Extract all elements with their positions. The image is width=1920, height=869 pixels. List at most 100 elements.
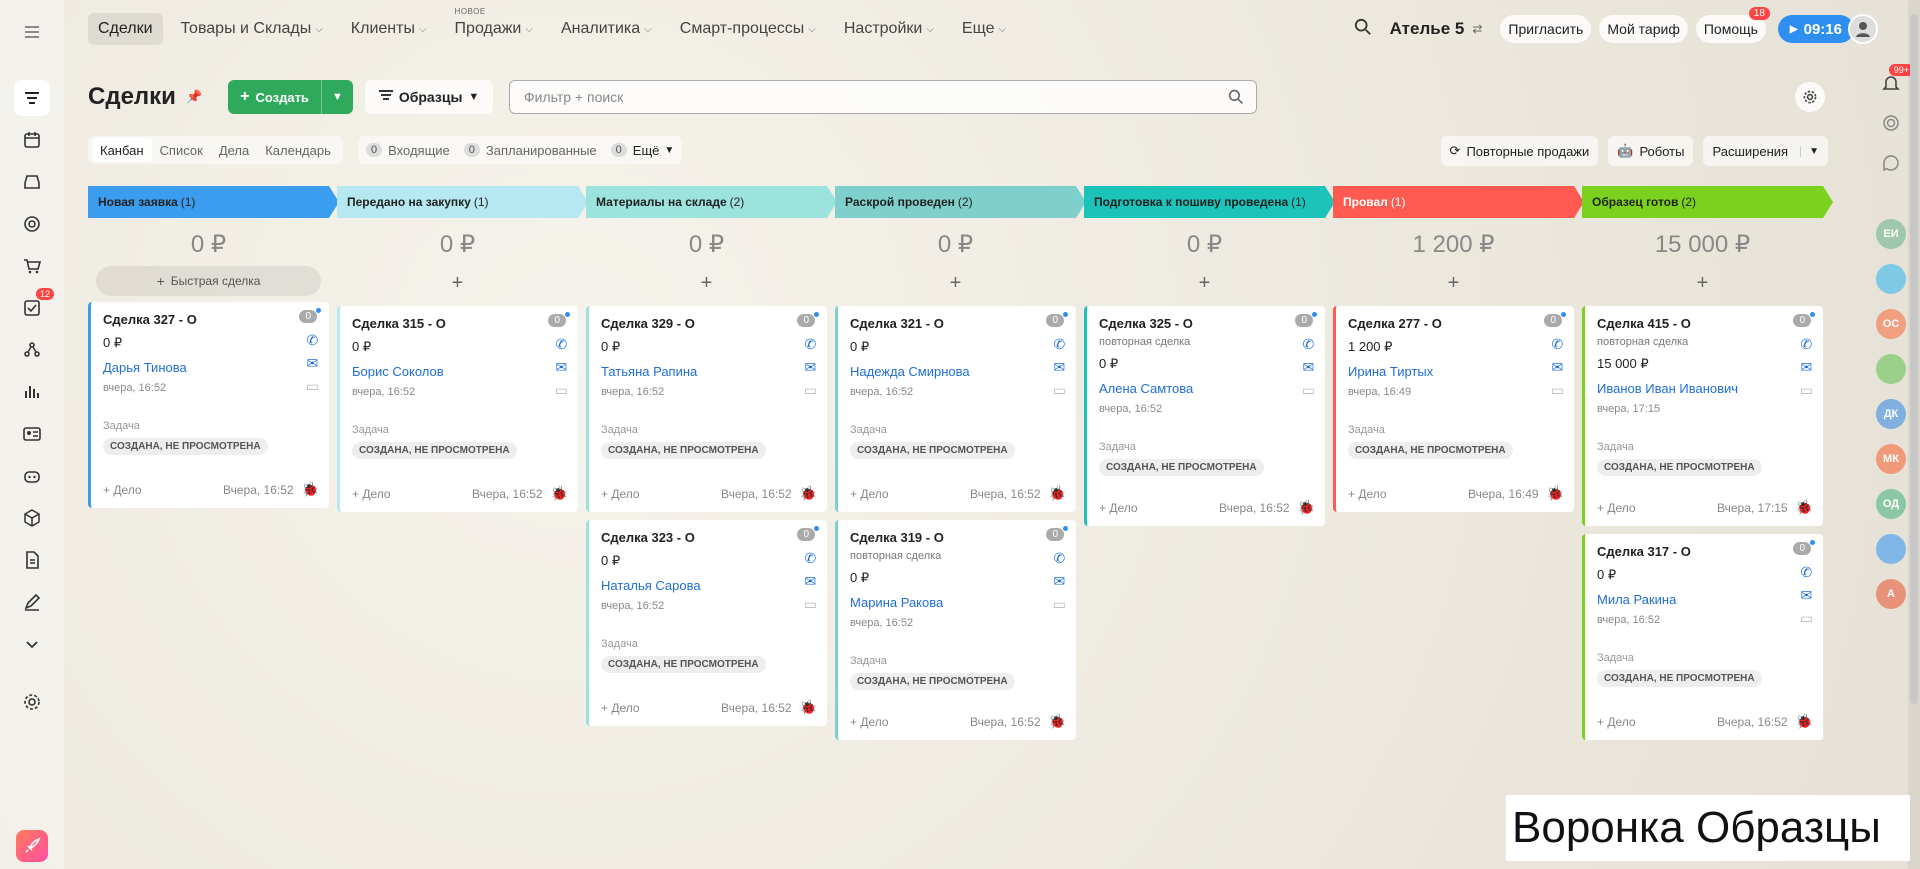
- add-deal-button[interactable]: +: [586, 266, 827, 300]
- deal-title[interactable]: Сделка 277 - О: [1348, 316, 1562, 331]
- chat-avatar[interactable]: [1876, 354, 1906, 384]
- chat-avatar[interactable]: [1876, 264, 1906, 294]
- message-icon[interactable]: ▭: [1053, 382, 1066, 405]
- chat-avatar[interactable]: ЕИ: [1876, 219, 1906, 249]
- nav-clients[interactable]: Клиенты ⌵: [341, 13, 437, 45]
- create-button[interactable]: + Создать ▼: [228, 80, 353, 114]
- crm-icon[interactable]: [14, 80, 50, 116]
- email-icon[interactable]: ✉: [1552, 359, 1564, 382]
- deal-title[interactable]: Сделка 329 - О: [601, 316, 815, 331]
- spiral-icon[interactable]: [1876, 108, 1906, 138]
- company-name[interactable]: Ателье 5: [1390, 19, 1465, 39]
- add-activity-button[interactable]: + Дело: [850, 715, 970, 729]
- phone-icon[interactable]: ✆: [307, 332, 319, 355]
- contacts-icon[interactable]: [14, 416, 50, 452]
- stage-header[interactable]: Материалы на складе (2): [586, 186, 837, 218]
- phone-icon[interactable]: ✆: [1054, 336, 1066, 359]
- deal-title[interactable]: Сделка 315 - О: [352, 316, 566, 331]
- deal-card[interactable]: Сделка 327 - О 0 ₽ Дарья Тинова вчера, 1…: [88, 302, 329, 508]
- nav-analytics[interactable]: Аналитика ⌵: [551, 13, 662, 45]
- tab-calendar[interactable]: Календарь: [257, 138, 339, 162]
- add-activity-button[interactable]: + Дело: [601, 487, 721, 501]
- robots-button[interactable]: 🤖 Роботы: [1608, 136, 1694, 166]
- menu-icon[interactable]: [14, 14, 50, 50]
- scrollbar-thumb[interactable]: [1910, 14, 1918, 704]
- search-icon[interactable]: [1228, 89, 1244, 108]
- deal-card[interactable]: Сделка 319 - О повторная сделка 0 ₽ Мари…: [835, 520, 1076, 740]
- deal-contact[interactable]: Дарья Тинова: [103, 360, 317, 375]
- add-activity-button[interactable]: + Дело: [850, 487, 970, 501]
- add-activity-button[interactable]: + Дело: [352, 487, 472, 501]
- message-icon[interactable]: ▭: [804, 382, 817, 405]
- stage-header[interactable]: Подготовка к пошиву проведена (1): [1084, 186, 1335, 218]
- help-button[interactable]: Помощь 18: [1695, 7, 1770, 43]
- email-icon[interactable]: ✉: [805, 359, 817, 382]
- quick-deal-button[interactable]: + Быстрая сделка: [96, 266, 321, 296]
- email-icon[interactable]: ✉: [1303, 359, 1315, 382]
- phone-icon[interactable]: ✆: [1801, 336, 1813, 359]
- add-deal-button[interactable]: +: [1333, 266, 1574, 300]
- deal-contact[interactable]: Иванов Иван Иванович: [1597, 381, 1811, 396]
- search-icon[interactable]: [1354, 18, 1372, 41]
- chat-avatar[interactable]: А: [1876, 579, 1906, 609]
- deal-card[interactable]: Сделка 415 - О повторная сделка 15 000 ₽…: [1582, 306, 1823, 526]
- deal-contact[interactable]: Татьяна Рапина: [601, 364, 815, 379]
- sign-icon[interactable]: [14, 584, 50, 620]
- add-deal-button[interactable]: +: [337, 266, 578, 300]
- deal-card[interactable]: Сделка 321 - О 0 ₽ Надежда Смирнова вчер…: [835, 306, 1076, 512]
- rocket-icon[interactable]: [16, 830, 48, 862]
- add-activity-button[interactable]: + Дело: [1597, 715, 1717, 729]
- calendar-icon[interactable]: [14, 122, 50, 158]
- automation-icon[interactable]: [14, 332, 50, 368]
- stage-header[interactable]: Образец готов (2): [1582, 186, 1833, 218]
- email-icon[interactable]: ✉: [556, 359, 568, 382]
- chat-avatar[interactable]: ОС: [1876, 309, 1906, 339]
- switch-icon[interactable]: ⇄: [1472, 22, 1482, 36]
- stage-header[interactable]: Новая заявка (1): [88, 186, 339, 218]
- message-icon[interactable]: ▭: [1302, 382, 1315, 405]
- robot-icon[interactable]: [14, 458, 50, 494]
- deal-title[interactable]: Сделка 415 - О: [1597, 316, 1811, 331]
- add-activity-button[interactable]: + Дело: [601, 701, 721, 715]
- responsible-avatar-icon[interactable]: 🐞: [1049, 485, 1066, 502]
- responsible-avatar-icon[interactable]: 🐞: [1547, 485, 1564, 502]
- deal-contact[interactable]: Борис Соколов: [352, 364, 566, 379]
- deal-card[interactable]: Сделка 323 - О 0 ₽ Наталья Сарова вчера,…: [586, 520, 827, 726]
- nav-more[interactable]: Еще ⌵: [952, 13, 1016, 45]
- chevron-down-icon[interactable]: ▼: [322, 91, 353, 103]
- deal-title[interactable]: Сделка 321 - О: [850, 316, 1064, 331]
- message-icon[interactable]: ▭: [1800, 610, 1813, 633]
- counter-planned[interactable]: 0 Запланированные: [463, 143, 597, 158]
- add-deal-button[interactable]: +: [1084, 266, 1325, 300]
- message-icon[interactable]: ▭: [306, 378, 319, 401]
- deal-card[interactable]: Сделка 315 - О 0 ₽ Борис Соколов вчера, …: [337, 306, 578, 512]
- deal-contact[interactable]: Алена Самтова: [1099, 381, 1313, 396]
- deal-title[interactable]: Сделка 327 - О: [103, 312, 317, 327]
- chat-avatar[interactable]: МК: [1876, 444, 1906, 474]
- add-deal-button[interactable]: +: [1582, 266, 1823, 300]
- add-activity-button[interactable]: + Дело: [103, 483, 223, 497]
- deal-contact[interactable]: Ирина Тиртых: [1348, 364, 1562, 379]
- phone-icon[interactable]: ✆: [1552, 336, 1564, 359]
- settings-gear-icon[interactable]: [14, 684, 50, 720]
- deal-card[interactable]: Сделка 329 - О 0 ₽ Татьяна Рапина вчера,…: [586, 306, 827, 512]
- nav-settings[interactable]: Настройки ⌵: [834, 13, 944, 45]
- invite-button[interactable]: Пригласить: [1500, 15, 1592, 43]
- cart-icon[interactable]: [14, 248, 50, 284]
- bell-icon[interactable]: 99+: [1876, 64, 1914, 98]
- responsible-avatar-icon[interactable]: 🐞: [302, 481, 319, 498]
- tab-activities[interactable]: Дела: [211, 138, 257, 162]
- responsible-avatar-icon[interactable]: 🐞: [800, 699, 817, 716]
- add-activity-button[interactable]: + Дело: [1348, 487, 1468, 501]
- deal-contact[interactable]: Надежда Смирнова: [850, 364, 1064, 379]
- target-icon[interactable]: [14, 206, 50, 242]
- gear-icon[interactable]: [1795, 82, 1825, 112]
- chat-icon[interactable]: [1876, 148, 1906, 178]
- tab-list[interactable]: Список: [152, 138, 211, 162]
- document-icon[interactable]: [14, 542, 50, 578]
- phone-icon[interactable]: ✆: [556, 336, 568, 359]
- email-icon[interactable]: ✉: [307, 355, 319, 378]
- message-icon[interactable]: ▭: [1551, 382, 1564, 405]
- chat-avatar[interactable]: ДК: [1876, 399, 1906, 429]
- inbox-icon[interactable]: [14, 164, 50, 200]
